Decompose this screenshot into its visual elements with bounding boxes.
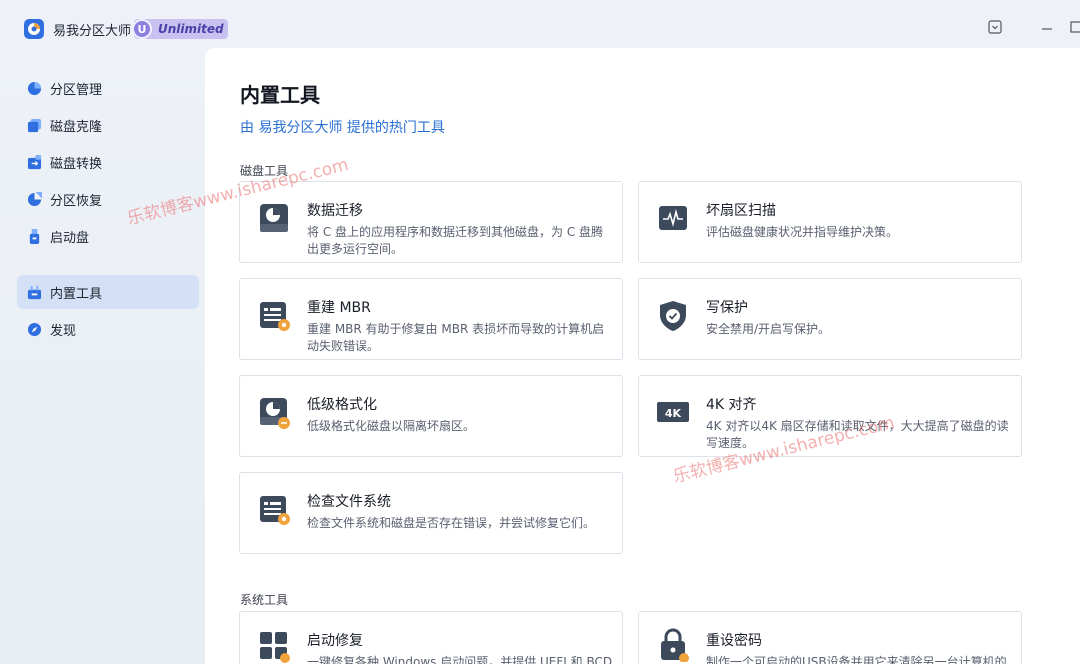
main-panel: 内置工具 由 易我分区大师 提供的热门工具 磁盘工具 数据迁移 将 C 盘上的应… — [205, 48, 1080, 664]
card-description: 一键修复各种 Windows 启动问题，并提供 UEFI 和 BCD — [307, 655, 613, 664]
tool-card-check-filesystem[interactable]: 检查文件系统 检查文件系统和磁盘是否存在错误，并尝试修复它们。 — [239, 472, 623, 554]
sidebar-item-boot-disk[interactable]: 启动盘 — [17, 219, 199, 253]
card-description: 将 C 盘上的应用程序和数据迁移到其他磁盘，为 C 盘腾出更多运行空间。 — [307, 225, 604, 256]
app-title: 易我分区大师 — [53, 24, 132, 39]
tool-card-low-level-format[interactable]: 低级格式化 低级格式化磁盘以隔离坏扇区。 — [239, 375, 623, 457]
bad-sector-scan-icon — [657, 202, 689, 236]
svg-text:4K: 4K — [665, 407, 682, 420]
card-title: 重建 MBR — [307, 300, 371, 316]
pie-chart-icon — [26, 80, 42, 96]
convert-icon — [26, 154, 42, 170]
reset-password-icon — [657, 628, 689, 663]
sidebar-item-discover[interactable]: 发现 — [17, 312, 199, 346]
card-title: 重设密码 — [706, 633, 762, 649]
4k-align-icon: 4K — [657, 396, 689, 430]
low-level-format-icon — [258, 396, 290, 430]
card-title: 数据迁移 — [307, 203, 363, 219]
card-title: 4K 对齐 — [706, 397, 757, 413]
card-title: 低级格式化 — [307, 397, 377, 413]
badge-text: Unlimited — [158, 22, 224, 36]
sidebar-item-disk-clone[interactable]: 磁盘克隆 — [17, 108, 199, 142]
tool-card-rebuild-mbr[interactable]: 重建 MBR 重建 MBR 有助于修复由 MBR 表损坏而导致的计算机启动失败错… — [239, 278, 623, 360]
card-description: 安全禁用/开启写保护。 — [706, 322, 831, 336]
section-label-system-tools: 系统工具 — [240, 593, 289, 607]
sidebar-item-partition-manager[interactable]: 分区管理 — [17, 71, 199, 105]
app-window: 易我分区大师 U Unlimited 分区管理 磁盘克隆 磁盘转换 分区恢复 启… — [0, 0, 1080, 664]
license-badge[interactable]: U Unlimited — [132, 19, 228, 39]
tool-card-reset-password[interactable]: 重设密码 制作一个可启动的USB设备并用它来清除另一台计算机的 — [638, 611, 1022, 664]
sidebar-item-label: 内置工具 — [50, 286, 103, 302]
app-logo-icon — [24, 19, 44, 39]
recovery-icon — [26, 191, 42, 207]
usb-icon — [26, 228, 42, 244]
badge-letter: U — [132, 19, 152, 39]
tool-card-write-protect[interactable]: 写保护 安全禁用/开启写保护。 — [638, 278, 1022, 360]
compass-icon — [26, 321, 42, 337]
sidebar-item-label: 分区管理 — [50, 82, 103, 98]
tool-card-boot-repair[interactable]: 启动修复 一键修复各种 Windows 启动问题，并提供 UEFI 和 BCD — [239, 611, 623, 664]
card-description: 评估磁盘健康状况并指导维护决策。 — [706, 225, 899, 239]
sidebar-item-label: 启动盘 — [50, 230, 90, 246]
sidebar-item-label: 分区恢复 — [50, 193, 103, 209]
card-description: 检查文件系统和磁盘是否存在错误，并尝试修复它们。 — [307, 516, 596, 530]
sidebar-item-disk-convert[interactable]: 磁盘转换 — [17, 145, 199, 179]
card-description: 制作一个可启动的USB设备并用它来清除另一台计算机的 — [706, 655, 1007, 664]
sidebar-item-label: 磁盘克隆 — [50, 119, 103, 135]
rebuild-mbr-icon — [258, 299, 290, 333]
card-title: 检查文件系统 — [307, 494, 391, 510]
sidebar-item-label: 磁盘转换 — [50, 156, 103, 172]
data-migration-icon — [258, 202, 290, 236]
maximize-icon[interactable] — [1069, 20, 1080, 34]
page-title: 内置工具 — [240, 83, 320, 107]
check-filesystem-icon — [258, 493, 290, 527]
clone-icon — [26, 117, 42, 133]
card-title: 坏扇区扫描 — [706, 203, 776, 219]
write-protect-icon — [657, 299, 689, 333]
card-description: 重建 MBR 有助于修复由 MBR 表损坏而导致的计算机启动失败错误。 — [307, 322, 605, 353]
page-subtitle: 由 易我分区大师 提供的热门工具 — [240, 120, 445, 136]
tool-card-data-migration[interactable]: 数据迁移 将 C 盘上的应用程序和数据迁移到其他磁盘，为 C 盘腾出更多运行空间… — [239, 181, 623, 263]
card-title: 写保护 — [706, 300, 748, 316]
tool-card-bad-sector-scan[interactable]: 坏扇区扫描 评估磁盘健康状况并指导维护决策。 — [638, 181, 1022, 263]
card-description: 低级格式化磁盘以隔离坏扇区。 — [307, 419, 476, 433]
card-title: 启动修复 — [307, 633, 363, 649]
sidebar-item-label: 发现 — [50, 323, 77, 339]
minimize-icon[interactable] — [1040, 20, 1054, 34]
boot-repair-icon — [258, 630, 290, 664]
sidebar: 分区管理 磁盘克隆 磁盘转换 分区恢复 启动盘 内置工具 发现 — [0, 56, 205, 664]
menu-dropdown-icon[interactable] — [988, 20, 1002, 34]
sidebar-item-builtin-tools[interactable]: 内置工具 — [17, 275, 199, 309]
toolbox-icon — [26, 284, 42, 300]
